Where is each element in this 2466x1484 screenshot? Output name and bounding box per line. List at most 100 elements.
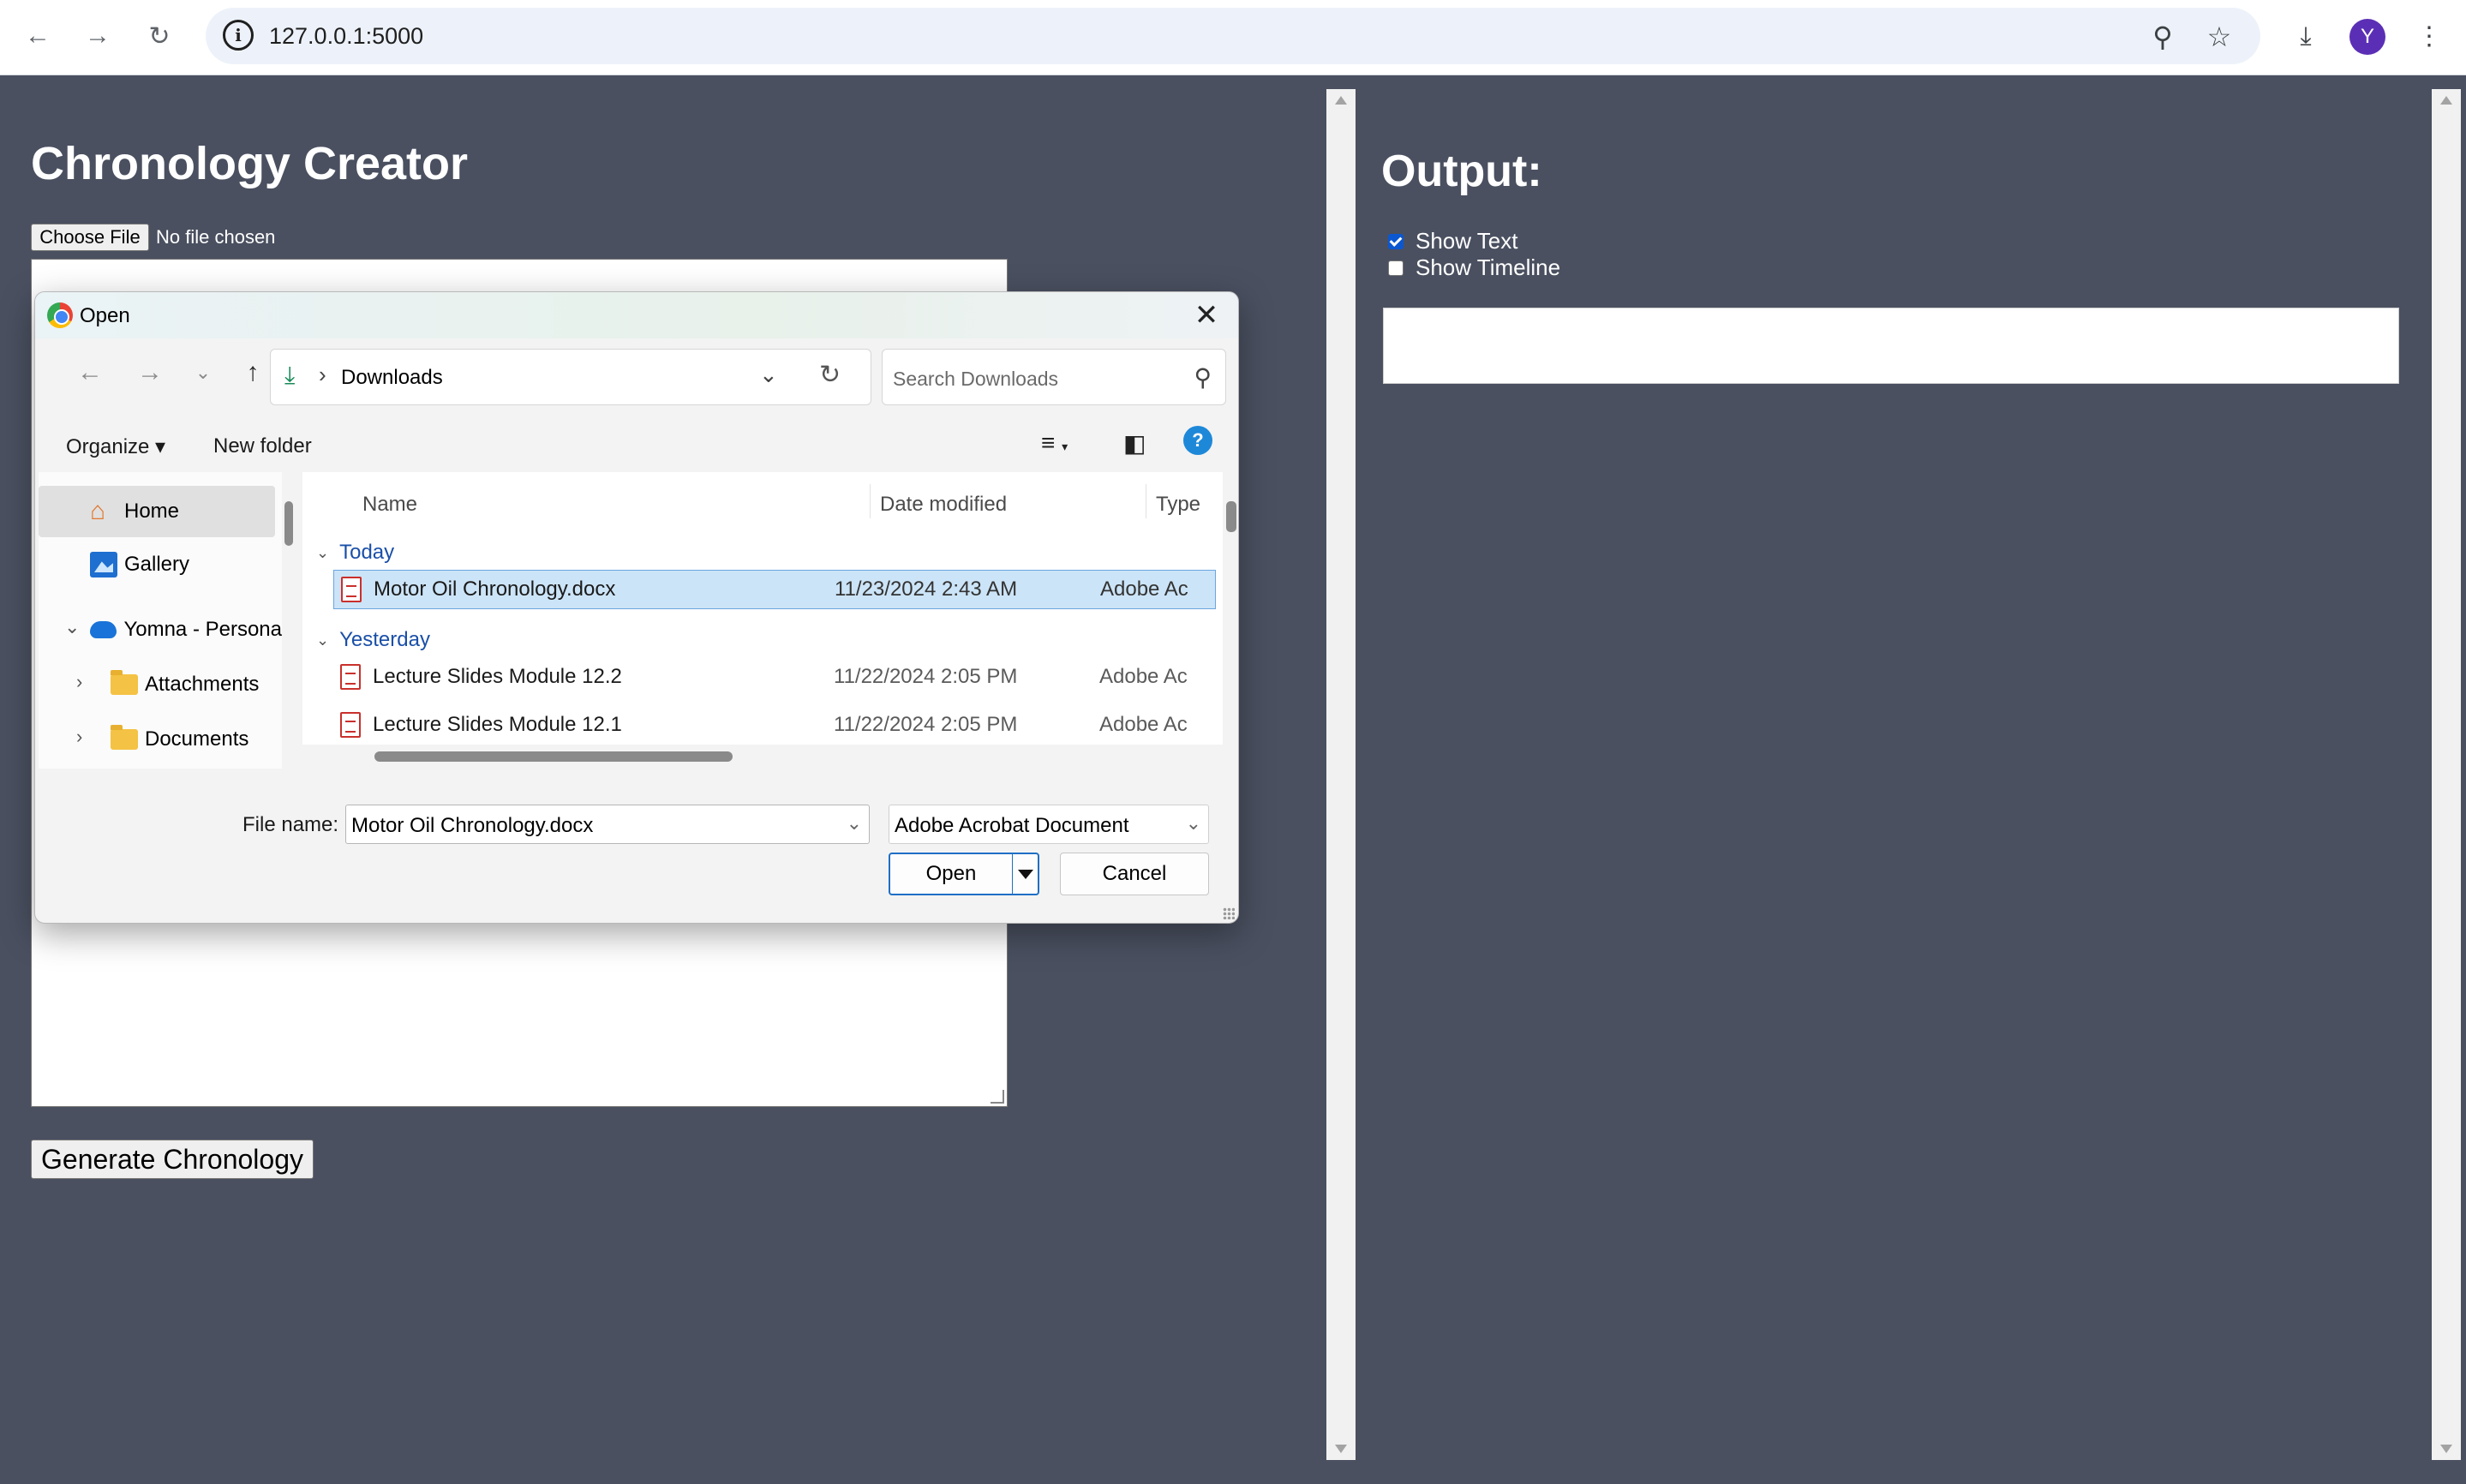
- file-date: 11/22/2024 2:05 PM: [834, 665, 1018, 688]
- file-row[interactable]: Lecture Slides Module 12.2 11/22/2024 2:…: [333, 657, 1216, 697]
- refresh-icon[interactable]: ↻: [819, 360, 841, 390]
- file-name: Lecture Slides Module 12.2: [373, 665, 622, 688]
- file-type-select[interactable]: Adobe Acrobat Document ⌄: [889, 805, 1209, 844]
- organize-button[interactable]: Organize ▾: [66, 434, 165, 459]
- file-date: 11/23/2024 2:43 AM: [835, 577, 1018, 601]
- nav-pane-scrollbar[interactable]: [282, 472, 296, 769]
- group-header-today[interactable]: ⌄ Today: [316, 541, 394, 565]
- close-icon[interactable]: ✕: [1188, 297, 1224, 333]
- menu-kebab-icon[interactable]: ⋮: [2409, 17, 2449, 57]
- file-type: Adobe Ac: [1099, 665, 1188, 688]
- nav-item-home[interactable]: ⌂ Home: [39, 486, 275, 537]
- chevron-down-icon: ⌄: [316, 631, 330, 649]
- file-type-value: Adobe Acrobat Document: [895, 814, 1129, 837]
- show-text-option[interactable]: Show Text: [1388, 228, 1517, 254]
- folder-icon: [111, 670, 138, 695]
- file-name: Motor Oil Chronology.docx: [374, 577, 616, 601]
- nav-item-gallery[interactable]: Gallery: [39, 539, 275, 590]
- home-icon: ⌂: [90, 497, 106, 525]
- nav-item-documents[interactable]: Documents: [39, 714, 282, 765]
- group-header-yesterday[interactable]: ⌄ Yesterday: [316, 628, 430, 652]
- nav-item-onedrive[interactable]: Yomna - Persona: [39, 604, 282, 655]
- file-name-input[interactable]: Motor Oil Chronology.docx ⌄: [345, 805, 870, 844]
- resize-handle-icon[interactable]: [991, 1090, 1004, 1104]
- site-info-icon[interactable]: i: [223, 20, 254, 51]
- file-row[interactable]: Lecture Slides Module 12.1 11/22/2024 2:…: [333, 705, 1216, 745]
- zoom-icon[interactable]: ⚲: [2146, 20, 2180, 54]
- address-bar[interactable]: i 127.0.0.1:5000 ⚲ ☆: [206, 8, 2260, 64]
- output-title: Output:: [1381, 147, 1542, 196]
- folder-icon: [111, 725, 138, 750]
- dialog-search-input[interactable]: Search Downloads ⚲: [882, 349, 1226, 405]
- scroll-up-icon[interactable]: [1335, 96, 1347, 105]
- downloads-icon: ⤓: [284, 362, 296, 388]
- show-text-checkbox[interactable]: [1388, 233, 1404, 249]
- help-icon[interactable]: ?: [1183, 426, 1212, 455]
- file-list-vertical-scrollbar[interactable]: [1223, 472, 1238, 769]
- search-icon[interactable]: ⚲: [1194, 363, 1212, 392]
- column-header-date-modified[interactable]: Date modified: [880, 493, 1007, 517]
- open-options-dropdown-icon[interactable]: [1012, 853, 1039, 895]
- dialog-title: Open: [80, 304, 130, 327]
- generate-chronology-button[interactable]: Generate Chronology: [31, 1140, 314, 1179]
- chevron-down-icon[interactable]: ⌄: [759, 362, 778, 388]
- dialog-address-row: ← → ⌄ ↑ ⤓ › Downloads ⌄ ↻ Search Downloa…: [35, 338, 1238, 407]
- back-icon[interactable]: ←: [19, 17, 57, 55]
- search-placeholder: Search Downloads: [893, 368, 1059, 390]
- right-panel-scrollbar[interactable]: [2432, 89, 2461, 1460]
- file-list-horizontal-scrollbar[interactable]: [302, 745, 1223, 769]
- forward-icon[interactable]: →: [79, 17, 117, 55]
- scrollbar-thumb[interactable]: [284, 501, 293, 546]
- bookmark-star-icon[interactable]: ☆: [2202, 20, 2236, 54]
- file-name-value[interactable]: Motor Oil Chronology.docx: [351, 814, 593, 838]
- column-header-type[interactable]: Type: [1156, 493, 1200, 517]
- chevron-down-icon: ⌄: [316, 543, 330, 561]
- scroll-up-icon[interactable]: [2440, 96, 2452, 105]
- reload-icon[interactable]: ↻: [141, 17, 178, 55]
- chevron-down-icon[interactable]: ⌄: [1186, 812, 1201, 835]
- dialog-titlebar[interactable]: Open ✕: [35, 292, 1238, 338]
- profile-avatar[interactable]: Y: [2349, 19, 2385, 55]
- scrollbar-thumb[interactable]: [1226, 501, 1236, 532]
- resize-grip-icon[interactable]: [1223, 907, 1235, 919]
- file-row[interactable]: Motor Oil Chronology.docx 11/23/2024 2:4…: [333, 570, 1216, 609]
- left-panel-scrollbar[interactable]: [1326, 89, 1356, 1460]
- file-list: Name Date modified Type ⌄ Today Motor Oi…: [302, 472, 1238, 769]
- file-name: Lecture Slides Module 12.1: [373, 713, 622, 736]
- forward-icon[interactable]: →: [133, 356, 167, 390]
- scroll-down-icon[interactable]: [1335, 1445, 1347, 1453]
- output-box: [1383, 308, 2399, 384]
- pdf-file-icon: [341, 577, 362, 602]
- download-icon[interactable]: ⤓: [2286, 17, 2325, 57]
- pdf-file-icon: [340, 664, 361, 690]
- open-button[interactable]: Open: [889, 853, 1014, 895]
- show-timeline-checkbox[interactable]: [1388, 260, 1404, 276]
- back-icon[interactable]: ←: [73, 356, 107, 390]
- choose-file-button[interactable]: Choose File: [31, 224, 149, 251]
- column-divider[interactable]: [870, 484, 871, 518]
- breadcrumb-downloads[interactable]: Downloads: [341, 366, 443, 390]
- url-text[interactable]: 127.0.0.1:5000: [269, 23, 423, 50]
- recent-locations-icon[interactable]: ⌄: [186, 356, 220, 390]
- file-date: 11/22/2024 2:05 PM: [834, 713, 1018, 736]
- scrollbar-thumb[interactable]: [374, 751, 733, 762]
- view-options-icon[interactable]: ≡ ▾: [1041, 429, 1068, 457]
- page-title: Chronology Creator: [31, 138, 469, 189]
- browser-toolbar: ← → ↻ i 127.0.0.1:5000 ⚲ ☆ ⤓ Y ⋮: [0, 0, 2466, 75]
- new-folder-button[interactable]: New folder: [213, 434, 312, 458]
- dialog-command-bar: Organize ▾ New folder ≡ ▾ ◧: [35, 417, 1238, 472]
- chevron-down-icon[interactable]: ⌄: [847, 812, 862, 835]
- show-text-label: Show Text: [1416, 228, 1518, 254]
- cancel-button[interactable]: Cancel: [1060, 853, 1209, 895]
- up-folder-icon[interactable]: ↑: [236, 356, 270, 390]
- file-status-text: No file chosen: [156, 226, 276, 248]
- dialog-path-bar[interactable]: ⤓ › Downloads ⌄ ↻: [270, 349, 871, 405]
- nav-item-attachments[interactable]: Attachments: [39, 659, 282, 710]
- gallery-icon: [90, 552, 117, 577]
- file-type: Adobe Ac: [1099, 713, 1188, 736]
- preview-pane-icon[interactable]: ◧: [1123, 429, 1146, 458]
- pdf-file-icon: [340, 712, 361, 738]
- show-timeline-option[interactable]: Show Timeline: [1388, 254, 1560, 281]
- scroll-down-icon[interactable]: [2440, 1445, 2452, 1453]
- column-header-name[interactable]: Name: [362, 493, 417, 517]
